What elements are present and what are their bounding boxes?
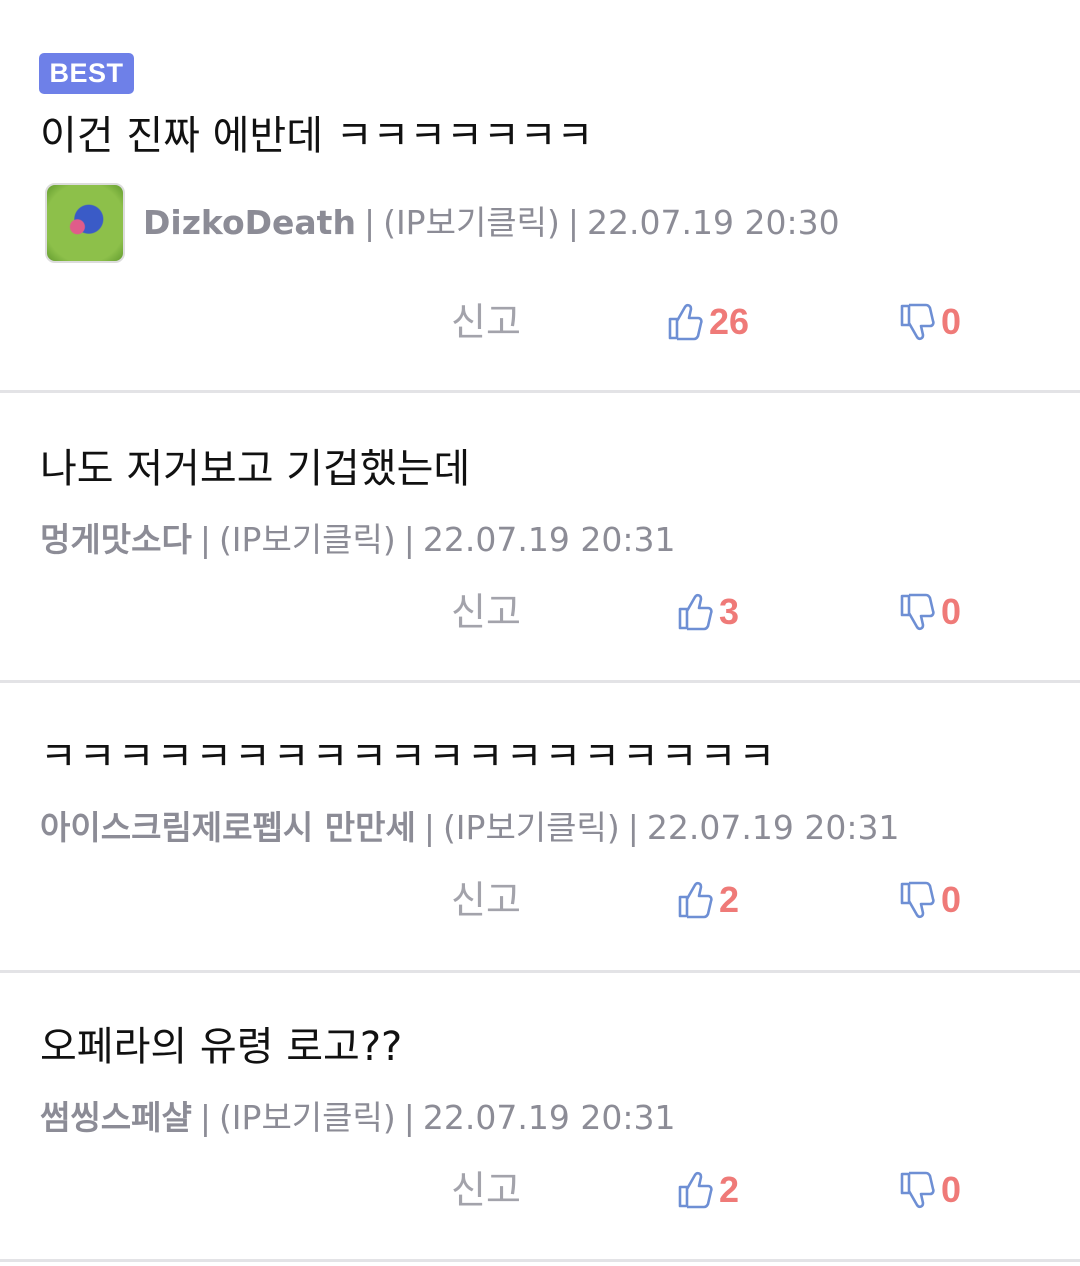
comment-text: 이건 진짜 에반데 ㅋㅋㅋㅋㅋㅋㅋ <box>40 113 594 159</box>
ip-link[interactable]: (IP보기클릭) <box>383 203 560 243</box>
comment-actions: 신고 2 0 <box>0 870 1080 930</box>
comment-item: 오페라의 유령 로고?? 썸씽스페샬 | (IP보기클릭) | 22.07.19… <box>0 973 1080 1259</box>
report-button[interactable]: 신고 <box>451 1160 521 1220</box>
comment-date: 22.07.19 20:30 <box>587 203 840 242</box>
thumbs-up-icon <box>678 1171 713 1209</box>
ip-link[interactable]: (IP보기클릭) <box>219 520 396 560</box>
comment-date: 22.07.19 20:31 <box>422 520 676 559</box>
separator: | <box>567 203 580 242</box>
dislike-count: 0 <box>941 591 962 632</box>
comment-meta: 멍게맛소다 | (IP보기클릭) | 22.07.19 20:31 <box>40 520 675 560</box>
author-name[interactable]: 썸씽스페샬 <box>40 1098 192 1138</box>
comment-meta: 썸씽스페샬 | (IP보기클릭) | 22.07.19 20:31 <box>40 1098 675 1138</box>
thumbs-up-icon <box>678 593 713 631</box>
comment-text: 나도 저거보고 기겁했는데 <box>40 446 471 492</box>
author-name[interactable]: 아이스크림제로펩시 만만세 <box>40 808 416 848</box>
dislike-count: 0 <box>941 879 962 920</box>
separator: | <box>403 520 415 559</box>
avatar[interactable] <box>45 183 125 263</box>
dislike-button[interactable]: 0 <box>899 870 961 930</box>
comment-text: 오페라의 유령 로고?? <box>40 1024 403 1070</box>
report-button[interactable]: 신고 <box>451 870 521 930</box>
comment-actions: 신고 2 0 <box>0 1160 1080 1220</box>
comment-item: BEST 이건 진짜 에반데 ㅋㅋㅋㅋㅋㅋㅋ DizkoDeath | (IP보… <box>0 0 1080 390</box>
comment-actions: 신고 26 0 <box>0 292 1080 352</box>
comment-date: 22.07.19 20:31 <box>422 1098 676 1137</box>
comment-meta: 아이스크림제로펩시 만만세 | (IP보기클릭) | 22.07.19 20:3… <box>40 808 899 848</box>
separator: | <box>199 1098 211 1137</box>
like-count: 26 <box>709 301 750 342</box>
dislike-button[interactable]: 0 <box>899 1160 961 1220</box>
comment-item: 나도 저거보고 기겁했는데 멍게맛소다 | (IP보기클릭) | 22.07.1… <box>0 393 1080 680</box>
thumbs-down-icon <box>900 1171 935 1209</box>
report-button[interactable]: 신고 <box>451 582 521 642</box>
author-name[interactable]: DizkoDeath <box>143 203 356 243</box>
dislike-button[interactable]: 0 <box>899 582 961 642</box>
comment-actions: 신고 3 0 <box>0 582 1080 642</box>
comment-meta: DizkoDeath | (IP보기클릭) | 22.07.19 20:30 <box>40 182 840 264</box>
separator: | <box>627 808 639 847</box>
comment-text: ㅋㅋㅋㅋㅋㅋㅋㅋㅋㅋㅋㅋㅋㅋㅋㅋㅋㅋㅋ <box>40 734 778 780</box>
thumbs-down-icon <box>900 303 935 341</box>
divider <box>0 1259 1080 1262</box>
best-badge: BEST <box>39 53 134 94</box>
dislike-count: 0 <box>941 301 962 342</box>
ip-link[interactable]: (IP보기클릭) <box>443 808 620 848</box>
thumbs-up-icon <box>678 881 713 919</box>
separator: | <box>423 808 435 847</box>
report-button[interactable]: 신고 <box>451 292 521 352</box>
separator: | <box>363 203 376 242</box>
thumbs-down-icon <box>900 593 935 631</box>
ip-link[interactable]: (IP보기클릭) <box>219 1098 396 1138</box>
thumbs-down-icon <box>900 881 935 919</box>
separator: | <box>403 1098 415 1137</box>
like-count: 2 <box>719 1169 740 1210</box>
like-button[interactable]: 3 <box>677 582 739 642</box>
comment-item: ㅋㅋㅋㅋㅋㅋㅋㅋㅋㅋㅋㅋㅋㅋㅋㅋㅋㅋㅋ 아이스크림제로펩시 만만세 | (IP보… <box>0 683 1080 970</box>
thumbs-up-icon <box>668 303 703 341</box>
like-button[interactable]: 26 <box>667 292 749 352</box>
like-count: 2 <box>719 879 740 920</box>
like-button[interactable]: 2 <box>677 1160 739 1220</box>
like-count: 3 <box>719 591 740 632</box>
comment-date: 22.07.19 20:31 <box>646 808 900 847</box>
author-name[interactable]: 멍게맛소다 <box>40 520 192 560</box>
dislike-button[interactable]: 0 <box>899 292 961 352</box>
like-button[interactable]: 2 <box>677 870 739 930</box>
dislike-count: 0 <box>941 1169 962 1210</box>
separator: | <box>199 520 211 559</box>
